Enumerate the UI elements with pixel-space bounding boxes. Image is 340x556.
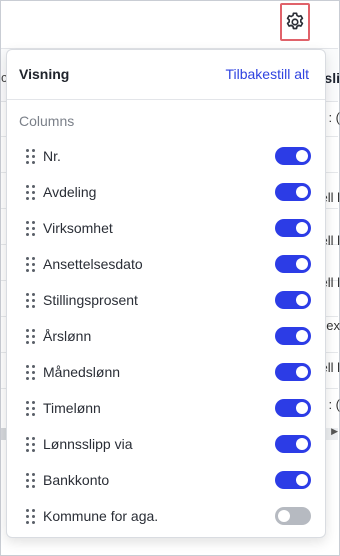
section-label: Columns (19, 113, 75, 129)
column-label: Virksomhet (43, 220, 113, 236)
scroll-right-arrow-icon[interactable]: ▶ (331, 426, 338, 437)
column-label: Kommune for aga. (43, 508, 159, 524)
toggle-knob (296, 474, 308, 486)
toggle-knob (278, 510, 290, 522)
settings-button[interactable] (280, 3, 310, 41)
gear-icon (286, 12, 304, 30)
column-toggle[interactable] (275, 507, 311, 525)
column-label: Månedslønn (43, 364, 121, 380)
drag-handle-icon[interactable] (26, 221, 35, 236)
column-row: Lønnsslipp via (7, 426, 325, 462)
toggle-knob (296, 222, 308, 234)
column-label: Årslønn (43, 328, 92, 344)
toggle-knob (296, 366, 308, 378)
column-label: Nr. (43, 148, 61, 164)
column-row: Månedslønn (7, 354, 325, 390)
drag-handle-icon[interactable] (26, 437, 35, 452)
drag-handle-icon[interactable] (26, 257, 35, 272)
column-row: Bankkonto (7, 462, 325, 498)
toggle-knob (296, 150, 308, 162)
column-label: Stillingsprosent (43, 292, 138, 308)
column-toggle[interactable] (275, 435, 311, 453)
column-toggle[interactable] (275, 471, 311, 489)
column-row: Timelønn (7, 390, 325, 426)
table-cell-fragment: ex (326, 318, 340, 333)
column-toggle[interactable] (275, 363, 311, 381)
column-row: Virksomhet (7, 210, 325, 246)
column-row: Ansettelsesdato (7, 246, 325, 282)
column-label: Ansettelsesdato (43, 256, 143, 272)
toggle-knob (296, 258, 308, 270)
column-toggle[interactable] (275, 147, 311, 165)
toggle-knob (296, 294, 308, 306)
column-row: Nr. (7, 138, 325, 174)
drag-handle-icon[interactable] (26, 149, 35, 164)
column-toggle[interactable] (275, 291, 311, 309)
toggle-knob (296, 438, 308, 450)
column-toggle[interactable] (275, 327, 311, 345)
table-header-right-fragment: sli (324, 70, 340, 86)
toggle-knob (296, 186, 308, 198)
column-visibility-panel: Visning Tilbakestill alt Columns Nr. Avde… (6, 49, 326, 538)
column-label: Lønnsslipp via (43, 436, 133, 452)
drag-handle-icon[interactable] (26, 185, 35, 200)
toggle-knob (296, 330, 308, 342)
panel-header: Visning Tilbakestill alt (7, 50, 325, 100)
drag-handle-icon[interactable] (26, 293, 35, 308)
reset-all-link[interactable]: Tilbakestill alt (225, 66, 309, 82)
column-label: Avdeling (43, 184, 97, 200)
column-toggle[interactable] (275, 255, 311, 273)
column-toggle[interactable] (275, 219, 311, 237)
column-toggle[interactable] (275, 183, 311, 201)
drag-handle-icon[interactable] (26, 509, 35, 524)
toggle-knob (296, 402, 308, 414)
column-row: Årslønn (7, 318, 325, 354)
column-label: Bankkonto (43, 472, 110, 488)
table-cell-fragment: : ( (328, 397, 340, 412)
drag-handle-icon[interactable] (26, 329, 35, 344)
table-cell-fragment: : ( (328, 110, 340, 125)
column-row: Avdeling (7, 174, 325, 210)
panel-title: Visning (19, 66, 70, 82)
column-list: Nr. Avdeling Virksomhet Ansettelsesdato Stil… (7, 138, 325, 534)
column-label: Timelønn (43, 400, 101, 416)
column-toggle[interactable] (275, 399, 311, 417)
drag-handle-icon[interactable] (26, 473, 35, 488)
drag-handle-icon[interactable] (26, 365, 35, 380)
drag-handle-icon[interactable] (26, 401, 35, 416)
column-row: Stillingsprosent (7, 282, 325, 318)
column-row: Kommune for aga. (7, 498, 325, 534)
